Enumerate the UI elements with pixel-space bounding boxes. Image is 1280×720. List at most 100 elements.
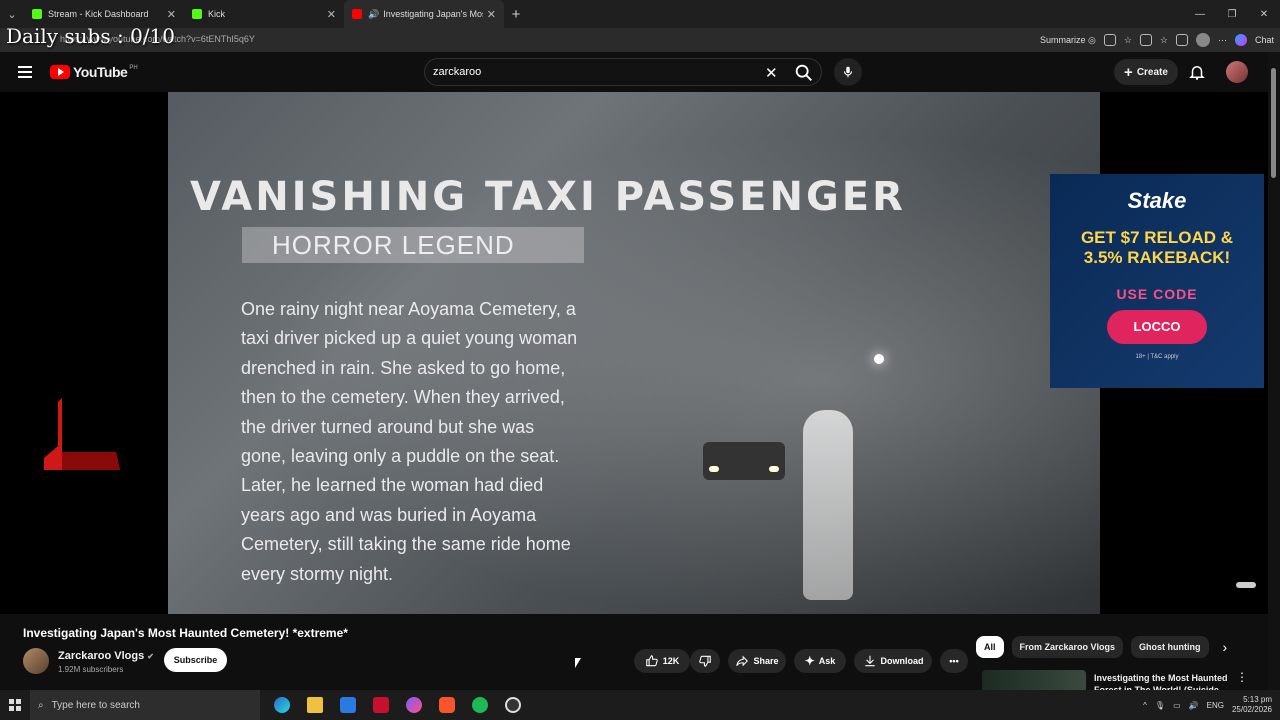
network-icon[interactable]: ▭	[1173, 701, 1181, 710]
ask-label: Ask	[818, 656, 836, 666]
video-subheadline: HORROR LEGEND	[242, 227, 584, 263]
ad-headline-line-1: GET $7 RELOAD &	[1080, 228, 1234, 247]
download-icon	[864, 655, 875, 667]
summarize-button[interactable]: Summarize ◎	[1040, 35, 1096, 46]
favorite-star-icon[interactable]: ☆	[1124, 35, 1132, 46]
channel-name-text: Zarckaroo Vlogs	[58, 650, 145, 662]
edge-icon[interactable]	[270, 693, 294, 717]
extensions-icon[interactable]	[1139, 34, 1152, 46]
page-scrollbar[interactable]	[1268, 52, 1280, 690]
microphone-icon[interactable]	[834, 58, 862, 86]
obs-icon[interactable]	[501, 693, 525, 717]
clock[interactable]: 5:13 pm 25/02/2026	[1232, 695, 1272, 715]
new-tab-button[interactable]: +	[504, 6, 528, 23]
browser-toolbar: Summarize ◎ ☆ ☆ ··· Chat	[1040, 28, 1274, 52]
video-story-text: One rainy night near Aoyama Cemetery, a …	[241, 299, 578, 584]
like-button[interactable]: 12K	[634, 649, 690, 673]
start-button[interactable]	[0, 690, 30, 720]
menu-icon[interactable]	[18, 66, 32, 78]
kick-icon	[32, 9, 42, 19]
chevron-right-icon[interactable]: ›	[1223, 639, 1228, 655]
tab-kick[interactable]: Kick ✕	[184, 0, 344, 28]
youtube-play-icon	[50, 65, 70, 79]
favorites-icon[interactable]: ☆	[1160, 35, 1168, 46]
window-controls: — ❐ ✕	[1184, 0, 1280, 28]
download-label: Download	[880, 656, 924, 666]
system-tray: ^ 🎙 ▭ 🔊 ENG 5:13 pm 25/02/2026	[1143, 690, 1272, 720]
more-actions-button[interactable]: •••	[940, 649, 968, 673]
channel-name[interactable]: Zarckaroo Vlogs ✔	[58, 650, 154, 662]
speaker-icon[interactable]: 🔊	[368, 9, 379, 20]
profile-icon[interactable]	[1195, 33, 1210, 47]
youtube-logo[interactable]: YouTube PH	[50, 64, 138, 80]
collections-icon[interactable]	[1175, 34, 1188, 46]
spotify-icon[interactable]	[468, 693, 492, 717]
messenger-icon[interactable]	[402, 693, 426, 717]
search-input[interactable]: zarckaroo	[433, 66, 733, 78]
download-button[interactable]: Download	[854, 649, 932, 673]
street-lamp-image	[874, 354, 884, 364]
acrobat-icon[interactable]	[369, 693, 393, 717]
video-player[interactable]: VANISHING TAXI PASSENGER HORROR LEGEND O…	[0, 92, 1268, 614]
taxi-image	[703, 442, 785, 480]
create-button[interactable]: + Create	[1114, 59, 1178, 85]
ask-button[interactable]: ✦ Ask	[794, 649, 846, 673]
logo-text: YouTube	[73, 64, 128, 80]
speaker-tray-icon[interactable]: 🔊	[1189, 701, 1199, 710]
close-window-icon[interactable]: ✕	[1248, 0, 1280, 28]
plus-icon: +	[1124, 63, 1133, 81]
share-button[interactable]: Share	[728, 649, 786, 673]
player-drag-handle[interactable]	[1236, 582, 1256, 588]
date: 25/02/2026	[1231, 705, 1272, 714]
reading-view-icon[interactable]	[1103, 34, 1116, 46]
minimize-icon[interactable]: —	[1184, 0, 1216, 28]
thumbs-down-icon	[699, 655, 711, 667]
mouse-cursor-icon	[575, 658, 581, 668]
chat-label[interactable]: Chat	[1255, 35, 1274, 45]
verified-icon: ✔	[147, 652, 154, 661]
channel-watermark-logo	[44, 398, 120, 470]
time: 5:13 pm	[1243, 695, 1272, 704]
search-icon: ⌕	[38, 699, 44, 711]
chip-all[interactable]: All	[976, 636, 1004, 658]
video-frame: VANISHING TAXI PASSENGER HORROR LEGEND O…	[168, 92, 1100, 614]
brave-icon[interactable]	[435, 693, 459, 717]
more-icon[interactable]: ···	[1218, 35, 1227, 45]
stake-ad-overlay[interactable]: Stake GET $7 RELOAD & 3.5% RAKEBACK! USE…	[1050, 174, 1264, 388]
copilot-icon[interactable]	[1234, 34, 1247, 46]
tab-title: Stream - Kick Dashboard	[48, 9, 149, 19]
sparkle-icon: ✦	[804, 654, 815, 668]
restore-icon[interactable]: ❐	[1216, 0, 1248, 28]
close-icon[interactable]: ✕	[487, 8, 496, 21]
taskbar-search[interactable]: ⌕ Type here to search	[30, 690, 260, 720]
search-icon[interactable]	[793, 62, 815, 84]
chip-from-channel[interactable]: From Zarckaroo Vlogs	[1011, 636, 1124, 658]
language-indicator[interactable]: ENG	[1207, 701, 1224, 710]
kick-icon	[192, 9, 202, 19]
chevron-up-icon[interactable]: ^	[1143, 701, 1147, 710]
notifications-bell-icon[interactable]	[1188, 63, 1206, 81]
daily-subs-overlay: Daily subs : 0/10	[6, 24, 175, 48]
search-box: zarckaroo ✕	[424, 58, 822, 86]
mail-icon[interactable]	[336, 693, 360, 717]
subscribe-button[interactable]: Subscribe	[164, 648, 227, 672]
scrollbar-thumb[interactable]	[1271, 68, 1276, 178]
microphone-tray-icon[interactable]: 🎙	[1155, 701, 1165, 710]
recommendation-thumbnail[interactable]	[982, 670, 1086, 690]
youtube-header: YouTube PH zarckaroo ✕ + Create	[0, 52, 1280, 92]
account-avatar[interactable]	[1226, 61, 1248, 83]
clear-search-icon[interactable]: ✕	[765, 64, 778, 82]
chip-ghost-hunting[interactable]: Ghost hunting	[1131, 636, 1209, 658]
recommendation-more-icon[interactable]: ⋮	[1236, 670, 1248, 684]
file-explorer-icon[interactable]	[303, 693, 327, 717]
ad-headline-line-2: 3.5% RAKEBACK!	[1083, 248, 1231, 267]
close-icon[interactable]: ✕	[167, 8, 176, 21]
ad-code-label: USE CODE	[1116, 286, 1198, 302]
close-icon[interactable]: ✕	[327, 8, 336, 21]
recommendation-title[interactable]: Investigating the Most Haunted Forest in…	[1094, 672, 1234, 690]
dislike-button[interactable]	[690, 649, 720, 673]
channel-avatar[interactable]	[23, 648, 49, 674]
ad-code-button[interactable]: LOCCO	[1107, 310, 1207, 344]
ad-brand: Stake	[1127, 188, 1187, 213]
tab-youtube-video[interactable]: 🔊 Investigating Japan's Most Ha ✕	[344, 0, 504, 28]
